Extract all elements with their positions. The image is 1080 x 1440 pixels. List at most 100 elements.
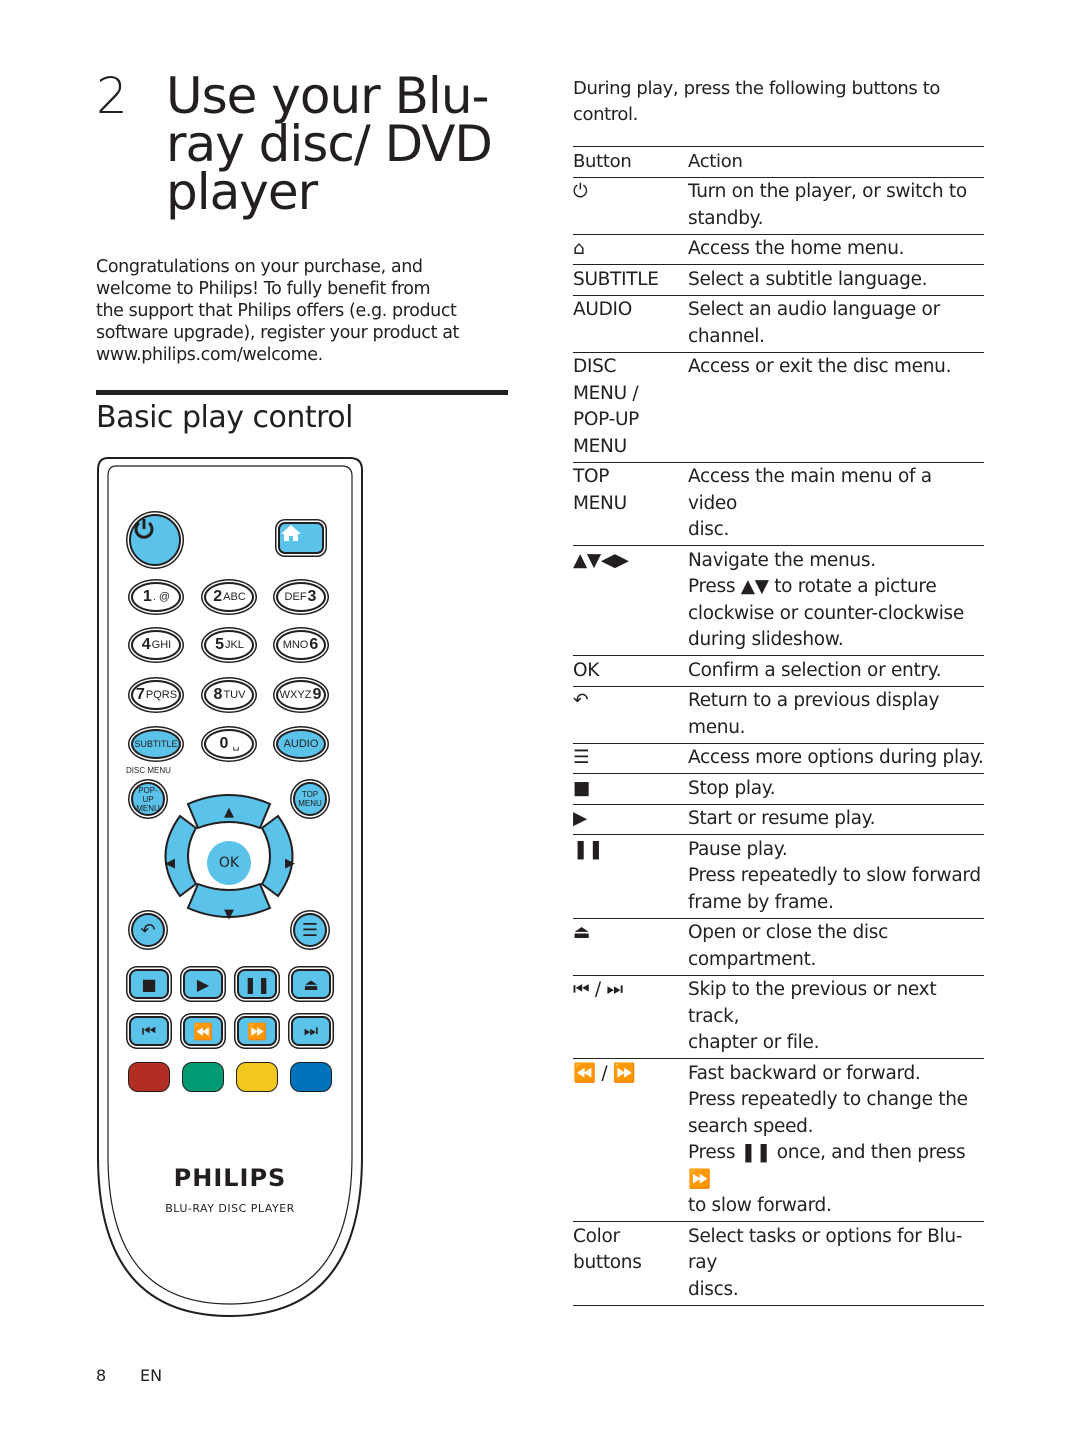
nav-left-button[interactable]: ◀ (158, 853, 182, 873)
table-row: ▶ Start or resume play. (573, 805, 984, 835)
table-row: ⏏ Open or close the disc compartment. (573, 919, 984, 976)
button-cell: ⌂ (573, 238, 585, 259)
popup-menu-button[interactable]: POP-UP MENU (131, 782, 165, 816)
red-color-button[interactable] (128, 1062, 170, 1092)
top-menu-button[interactable]: TOP MENU (293, 782, 327, 816)
action-cell: Skip to the previous or next track, chap… (688, 979, 937, 1053)
blue-color-button[interactable] (290, 1062, 332, 1092)
keypad-number: 5 (215, 636, 224, 653)
back-button[interactable]: ↶ (131, 913, 165, 947)
eject-icon: ⏏ (303, 974, 319, 994)
play-icon: ▶ (196, 974, 210, 994)
eject-button[interactable]: ⏏ (291, 969, 331, 999)
previous-icon: ⏮ (141, 1021, 157, 1040)
keypad-button-6[interactable]: MNO 6 (276, 630, 326, 660)
chapter-title-line: Use your Blu- (166, 67, 490, 125)
zero-button[interactable]: 0 ␣ (204, 729, 254, 759)
power-button[interactable] (129, 514, 181, 566)
chapter-title-line: ray disc/ DVD (166, 115, 493, 173)
green-color-button[interactable] (182, 1062, 224, 1092)
keypad-number: 9 (312, 686, 322, 703)
options-icon: ☰ (301, 919, 319, 941)
home-button[interactable] (278, 522, 324, 554)
rewind-icon: ⏪ (193, 1021, 213, 1041)
action-cell: Open or close the disc compartment. (688, 922, 888, 970)
keypad-button-5[interactable]: 5 JKL (204, 630, 254, 660)
lead-text: During play, press the following buttons… (573, 78, 941, 125)
keypad-button-7[interactable]: 7 PQRS (131, 680, 181, 710)
yellow-color-button[interactable] (236, 1062, 278, 1092)
keypad-number: 1 (142, 588, 152, 605)
button-cell: Color buttons (573, 1225, 642, 1274)
keypad-button-3[interactable]: DEF 3 (276, 582, 326, 612)
keypad-number: 7 (135, 686, 145, 703)
action-cell: Select tasks or options for Blu-ray disc… (688, 1225, 963, 1300)
header-action: Action (688, 150, 743, 172)
pause-button[interactable]: ❚❚ (237, 969, 277, 999)
section-title: Basic play control (96, 400, 354, 435)
nav-right-button[interactable]: ▶ (278, 853, 302, 873)
action-cell: Pause play. Press repeatedly to slow for… (688, 838, 981, 913)
brand-subtitle: BLU-RAY DISC PLAYER (165, 1202, 295, 1215)
button-cell: AUDIO (573, 299, 632, 320)
keypad-letters: . @ (152, 591, 171, 603)
keypad-number: 2 (213, 588, 223, 605)
stop-button[interactable]: ■ (129, 969, 169, 999)
previous-button[interactable]: ⏮ (129, 1016, 169, 1046)
page-number: 8 (96, 1366, 107, 1385)
subtitle-button[interactable]: SUBTITLE (131, 729, 181, 759)
disc-menu-label: DISC MENU (126, 766, 171, 775)
keypad-button-1[interactable]: 1. @ (131, 582, 181, 612)
table-header: Button Action (573, 147, 984, 178)
play-button[interactable]: ▶ (183, 969, 223, 999)
pause-icon: ❚❚ (243, 974, 271, 994)
intro-line: Congratulations on your purchase, and (96, 257, 423, 277)
keypad-button-8[interactable]: 8 TUV (204, 680, 254, 710)
keypad-button-4[interactable]: 4 GHI (131, 630, 181, 660)
next-button[interactable]: ⏭ (291, 1016, 331, 1046)
ok-button[interactable]: OK (207, 841, 251, 885)
table-row: ↶ Return to a previous display menu. (573, 687, 984, 744)
audio-button[interactable]: AUDIO (276, 729, 326, 759)
table-row: ❚❚ Pause play. Press repeatedly to slow f… (573, 835, 984, 919)
action-cell: Access the home menu. (688, 238, 905, 259)
keypad-number: 8 (213, 686, 223, 703)
rewind-button[interactable]: ⏪ (183, 1016, 223, 1046)
table-row: DISC MENU / POP-UP MENU Access or exit th… (573, 353, 984, 463)
chapter-title: Use your Blu- ray disc/ DVD player (166, 67, 526, 217)
section-divider (96, 390, 508, 395)
action-cell: Stop play. (688, 777, 776, 799)
action-cell: Turn on the player, or switch to standby… (688, 181, 967, 229)
keypad-button-9[interactable]: WXYZ 9 (276, 680, 326, 710)
action-cell: Navigate the menus. Press ▲▼ to rotate a… (688, 549, 964, 651)
home-icon (281, 525, 301, 541)
options-button[interactable]: ☰ (293, 913, 327, 947)
table-row: Color buttons Select tasks or options for… (573, 1222, 984, 1306)
fast-forward-button[interactable]: ⏩ (237, 1016, 277, 1046)
table-row: ■ Stop play. (573, 774, 984, 805)
back-icon: ↶ (140, 919, 156, 941)
button-cell: DISC MENU / POP-UP MENU (573, 356, 640, 457)
keypad-letters: PQRS (145, 689, 178, 701)
keypad-letters: JKL (224, 639, 244, 651)
button-cell: ⏪ / ⏩ (573, 1062, 636, 1084)
nav-down-button[interactable]: ▼ (217, 904, 241, 924)
keypad-button-2[interactable]: 2 ABC (204, 582, 254, 612)
language-code: EN (140, 1366, 163, 1385)
button-cell: ⏏ (573, 922, 591, 943)
keypad-letters: ABC (223, 591, 246, 603)
button-cell: ↶ (573, 690, 589, 711)
action-cell: Confirm a selection or entry. (688, 659, 942, 681)
intro-line: the support that Philips offers (e.g. pr… (96, 301, 457, 321)
nav-up-button[interactable]: ▲ (217, 802, 241, 822)
button-cell: SUBTITLE (573, 268, 659, 290)
table-row: ⏪ / ⏩ Fast backward or forward. Press rep… (573, 1059, 984, 1222)
keypad-letters: WXYZ (279, 689, 312, 701)
brand-logo: PHILIPS (173, 1164, 287, 1192)
intro-paragraph: Congratulations on your purchase, and we… (96, 256, 496, 366)
stop-icon: ■ (141, 974, 157, 994)
button-cell: ▶ (573, 808, 587, 829)
keypad-letters: DEF (284, 591, 307, 603)
keypad-number: 3 (307, 588, 317, 605)
remote-illustration: 1. @ 2 ABC DEF 3 4 GHI 5 JKL MNO 6 7 PQRS 8 TUV WXYZ 9 S… (96, 456, 364, 1326)
